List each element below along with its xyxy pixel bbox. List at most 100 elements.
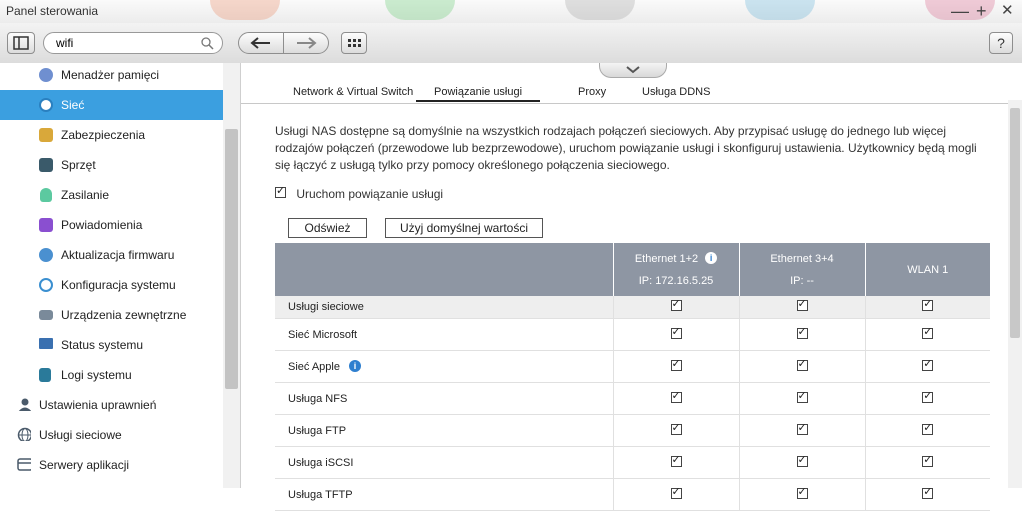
search-box[interactable] [43, 32, 223, 54]
decorative-blob [745, 0, 815, 20]
service-name: Usługa TFTP [275, 478, 613, 511]
sidebar-item-system-status[interactable]: Status systemu [0, 330, 223, 360]
info-icon[interactable]: i [705, 252, 718, 264]
sidebar: Menadżer pamięci Sieć Zabezpieczenia Spr… [0, 63, 241, 488]
table-row: Usługa FTP [275, 414, 990, 447]
sidebar-item-label: Logi systemu [61, 368, 132, 382]
close-button[interactable]: ✕ [1001, 1, 1014, 21]
search-icon[interactable] [201, 37, 214, 50]
sidebar-group-permissions[interactable]: Ustawienia uprawnień [0, 390, 223, 420]
refresh-button[interactable]: Odśwież [288, 218, 367, 238]
back-button[interactable] [238, 32, 284, 54]
forward-button[interactable] [283, 32, 329, 54]
app-servers-icon [17, 458, 31, 471]
checkbox[interactable] [796, 453, 808, 467]
checkbox[interactable] [796, 485, 808, 499]
system-config-icon [39, 278, 53, 292]
toggle-sidebar-button[interactable] [7, 32, 35, 54]
grid-icon [348, 39, 361, 47]
arrow-right-icon [297, 37, 317, 49]
checkbox[interactable] [670, 389, 682, 403]
sidebar-item-label: Aktualizacja firmwaru [61, 248, 175, 262]
search-input[interactable] [56, 35, 196, 51]
enable-binding-row[interactable]: Uruchom powiązanie usługi [275, 184, 444, 201]
checkbox[interactable] [670, 325, 682, 339]
group-label: Usługi sieciowe [275, 296, 613, 319]
sidebar-item-power[interactable]: Zasilanie [0, 180, 223, 210]
sidebar-item-label: Sprzęt [61, 158, 96, 172]
sidebar-item-firmware-update[interactable]: Aktualizacja firmwaru [0, 240, 223, 270]
tab-network-virtual-switch[interactable]: Network & Virtual Switch [293, 86, 413, 98]
checkbox[interactable] [796, 297, 808, 311]
decorative-blob [210, 0, 280, 20]
use-default-button[interactable]: Użyj domyślnej wartości [385, 218, 543, 238]
service-name: Usługa FTP [275, 414, 613, 447]
tab-proxy[interactable]: Proxy [578, 86, 606, 98]
column-name: Ethernet 3+4 [770, 252, 834, 265]
sidebar-item-external-devices[interactable]: Urządzenia zewnętrzne [0, 300, 223, 330]
sidebar-item-notifications[interactable]: Powiadomienia [0, 210, 223, 240]
sidebar-item-label: Menadżer pamięci [61, 68, 160, 82]
checkbox[interactable] [670, 297, 682, 311]
sidebar-item-label: Konfiguracja systemu [61, 278, 176, 292]
checkbox[interactable] [796, 357, 808, 371]
collapse-header-handle[interactable] [599, 63, 667, 78]
sidebar-item-storage-manager[interactable]: Menadżer pamięci [0, 63, 223, 90]
sidebar-group-network-services[interactable]: Usługi sieciowe [0, 420, 223, 450]
window-titlebar: Panel sterowania — + ✕ [0, 0, 1022, 23]
sidebar-item-label: Urządzenia zewnętrzne [61, 308, 187, 322]
decorative-blob [385, 0, 455, 20]
tab-bar: Network & Virtual Switch Powiązanie usłu… [241, 83, 1008, 104]
sidebar-group-app-servers[interactable]: Serwery aplikacji [0, 450, 223, 480]
table-header-ethernet-3-4: Ethernet 3+4 IP: -- [739, 243, 866, 296]
sidebar-item-system-logs[interactable]: Logi systemu [0, 360, 223, 390]
sidebar-item-network[interactable]: Sieć [0, 90, 223, 120]
help-button[interactable]: ? [989, 32, 1013, 54]
system-status-icon [39, 338, 53, 349]
notification-icon [39, 218, 53, 232]
sidebar-item-security[interactable]: Zabezpieczenia [0, 120, 223, 150]
enable-binding-checkbox[interactable] [275, 184, 286, 198]
checkbox[interactable] [670, 357, 682, 371]
window-title: Panel sterowania [6, 4, 99, 18]
sidebar-group-label: Usługi sieciowe [39, 428, 122, 442]
content-scrollbar[interactable] [1008, 100, 1022, 488]
tab-service-binding[interactable]: Powiązanie usługi [416, 86, 541, 102]
checkbox[interactable] [922, 297, 934, 311]
sidebar-scrollbar-thumb[interactable] [225, 129, 238, 389]
service-name: Usługa iSCSI [275, 446, 613, 479]
tab-ddns[interactable]: Usługa DDNS [642, 86, 710, 98]
checkbox[interactable] [922, 357, 934, 371]
sidebar-scrollbar[interactable] [223, 63, 240, 488]
column-name: Ethernet 1+2 [634, 253, 699, 265]
sidebar-layout-icon [13, 36, 29, 50]
sidebar-item-system-config[interactable]: Konfiguracja systemu [0, 270, 223, 300]
checkbox[interactable] [796, 421, 808, 435]
lock-icon [39, 128, 53, 142]
checkbox[interactable] [922, 485, 934, 499]
enable-binding-label: Uruchom powiązanie usługi [296, 187, 444, 201]
checkbox[interactable] [796, 325, 808, 339]
checkbox[interactable] [922, 453, 934, 467]
info-icon[interactable]: i [349, 360, 362, 372]
table-header-ethernet-1-2: Ethernet 1+2 i IP: 172.16.5.25 [613, 243, 740, 296]
sidebar-item-hardware[interactable]: Sprzęt [0, 150, 223, 180]
checkbox[interactable] [922, 421, 934, 435]
toolbar: ? [0, 23, 1022, 64]
service-name: Sieć Apple [288, 361, 340, 373]
checkbox[interactable] [670, 453, 682, 467]
minimize-button[interactable]: — [951, 1, 969, 21]
content-scrollbar-thumb[interactable] [1010, 108, 1020, 338]
checkbox[interactable] [796, 389, 808, 403]
apps-grid-button[interactable] [341, 32, 367, 54]
checkbox[interactable] [670, 421, 682, 435]
table-row: Sieć Apple i [275, 350, 990, 383]
checkbox[interactable] [670, 485, 682, 499]
checkbox[interactable] [922, 325, 934, 339]
service-binding-description: Usługi NAS dostępne są domyślnie na wszy… [275, 124, 977, 172]
maximize-button[interactable]: + [976, 1, 987, 21]
table-row: Usługa TFTP [275, 478, 990, 511]
checkbox[interactable] [922, 389, 934, 403]
network-icon [39, 98, 53, 112]
user-permissions-icon [18, 398, 31, 411]
